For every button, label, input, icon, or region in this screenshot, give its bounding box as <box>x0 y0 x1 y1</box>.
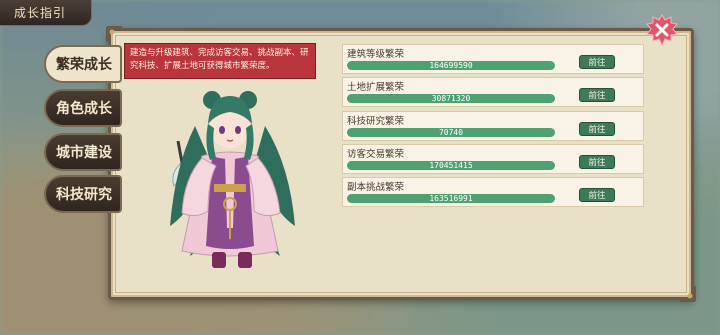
prosperity-list: 建筑等级繁荣 164699590 前往 土地扩展繁荣 30871320 前往 科… <box>342 44 644 210</box>
tab-label: 城市建设 <box>56 145 112 161</box>
progress-bar: 163516991 <box>347 194 555 204</box>
goto-button[interactable]: 前往 <box>579 55 615 69</box>
row-label: 建筑等级繁荣 <box>347 49 405 60</box>
tab-tech-research[interactable]: 科技研究 <box>44 175 122 213</box>
row-value: 164699590 <box>429 61 473 70</box>
tab-prosperity-growth[interactable]: 繁荣成长 <box>44 45 122 83</box>
info-description: 建造与升级建筑、完成访客交易、挑战副本、研究科技、扩展土地可获得城市繁荣度。 <box>124 43 316 79</box>
window-title: 成长指引 <box>14 6 67 20</box>
row-value: 170451415 <box>429 160 473 170</box>
list-item: 科技研究繁荣 70740 前往 <box>342 110 644 141</box>
tab-label: 繁荣成长 <box>56 57 112 73</box>
progress-bar: 70740 <box>347 127 555 137</box>
row-value: 163516991 <box>429 194 473 204</box>
corner-ornament-icon <box>680 286 696 302</box>
goto-button[interactable]: 前往 <box>579 121 615 136</box>
progress-bar: 30871320 <box>347 94 555 104</box>
tab-character-growth[interactable]: 角色成长 <box>44 89 122 127</box>
list-item: 副本挑战繁荣 163516991 前往 <box>342 177 644 208</box>
tab-city-building[interactable]: 城市建设 <box>44 133 122 171</box>
progress-bar: 170451415 <box>347 160 555 170</box>
row-value: 70740 <box>438 127 464 137</box>
window-title-ribbon: 成长指引 <box>0 0 92 26</box>
row-label: 土地扩展繁荣 <box>347 82 405 94</box>
close-icon[interactable] <box>646 14 678 46</box>
goto-button[interactable]: 前往 <box>579 154 615 169</box>
tab-label: 角色成长 <box>56 101 112 117</box>
progress-bar: 164699590 <box>347 61 555 70</box>
row-label: 副本挑战繁荣 <box>347 182 405 194</box>
row-label: 访客交易繁荣 <box>347 148 405 160</box>
row-label: 科技研究繁荣 <box>347 115 405 127</box>
character-illustration <box>170 91 295 268</box>
row-value: 30871320 <box>431 94 471 104</box>
goto-button[interactable]: 前往 <box>579 188 615 203</box>
list-item: 土地扩展繁荣 30871320 前往 <box>342 77 644 108</box>
goto-button[interactable]: 前往 <box>579 88 615 103</box>
tab-label: 科技研究 <box>56 187 112 203</box>
list-item: 访客交易繁荣 170451415 前往 <box>342 143 644 174</box>
list-item: 建筑等级繁荣 164699590 前往 <box>342 44 644 74</box>
